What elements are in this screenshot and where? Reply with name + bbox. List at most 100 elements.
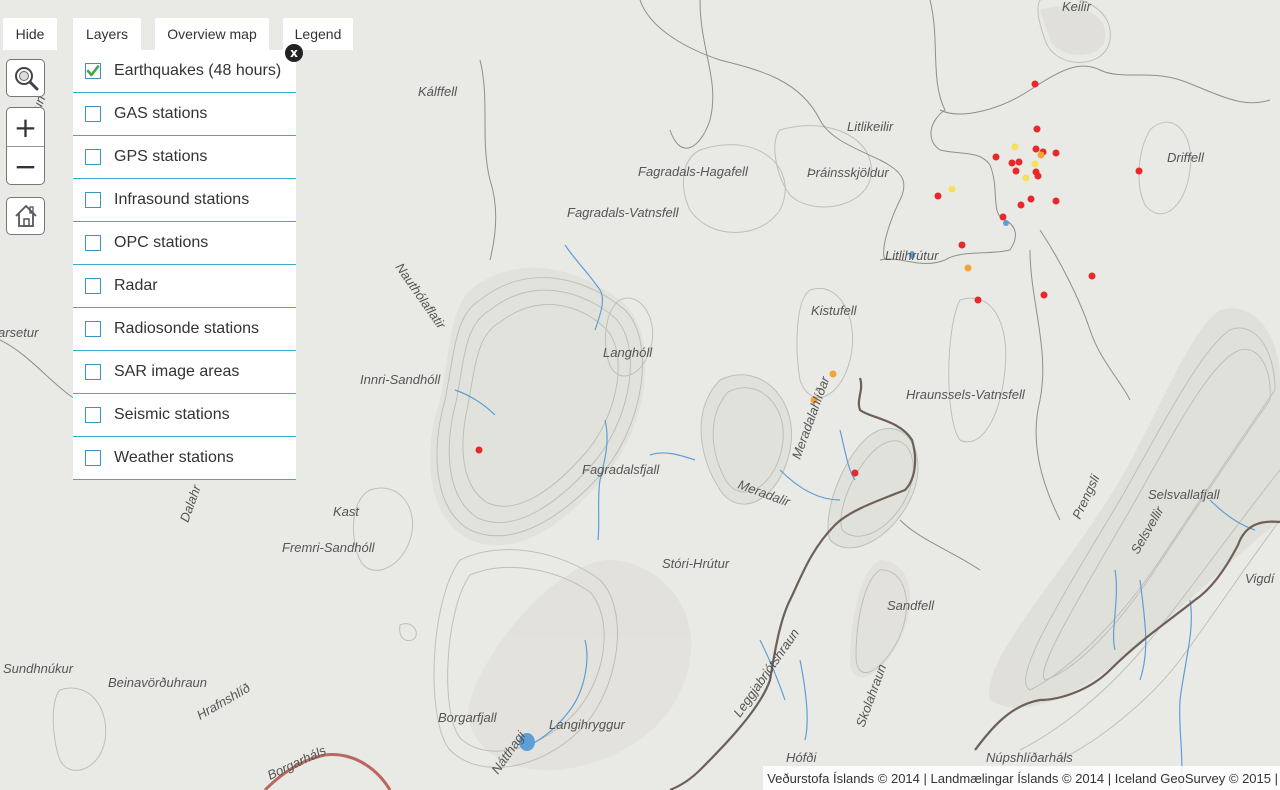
earthquake-marker[interactable] [1031,80,1039,88]
layer-label: SAR image areas [114,363,240,380]
place-name-label: Stóri-Hrútur [662,556,730,571]
tab-layers[interactable]: Layers [73,18,141,50]
place-name-label: Keilir [1062,0,1092,14]
earthquake-marker[interactable] [1032,145,1040,153]
earthquake-marker[interactable] [1052,197,1060,205]
layer-item[interactable]: SAR image areas [73,351,296,394]
layer-checkbox[interactable] [85,321,101,337]
tab-hide-label: Hide [15,26,45,42]
layer-label: Earthquakes (48 hours) [114,62,282,79]
earthquake-marker[interactable] [475,446,483,454]
earthquake-marker[interactable] [1022,174,1030,182]
place-name-label: Vigdí [1245,571,1276,586]
zoom-out-button[interactable]: − [7,146,44,184]
place-name-label: Borgarfjall [438,710,498,725]
earthquake-marker[interactable] [1011,143,1019,151]
earthquake-marker[interactable] [992,153,1000,161]
place-name-label: Sandfell [887,598,935,613]
earthquake-marker[interactable] [1031,160,1039,168]
place-name-label: Fagradals-Vatnsfell [567,205,680,220]
place-name-label: Kistufell [811,303,858,318]
layer-item[interactable]: GPS stations [73,136,296,179]
earthquake-marker[interactable] [1037,151,1045,159]
layer-checkbox[interactable] [85,63,101,79]
layer-label: GPS stations [114,148,208,165]
place-name-label: Langhóll [603,345,653,360]
earthquake-marker[interactable] [974,296,982,304]
earthquake-marker[interactable] [1027,195,1035,203]
place-name-label: Selsvallafjall [1148,487,1221,502]
close-layers-button[interactable]: x [285,44,303,62]
earthquake-marker[interactable] [1012,167,1020,175]
checkmark-icon [86,65,100,77]
layer-checkbox[interactable] [85,364,101,380]
layer-item[interactable]: OPC stations [73,222,296,265]
layer-label: OPC stations [114,234,209,251]
place-name-label: arsetur [0,325,39,340]
earthquake-marker[interactable] [1088,272,1096,280]
place-name-label: Langihryggur [549,717,626,732]
earthquake-marker[interactable] [1008,159,1016,167]
place-name-label: Fagradalsfjall [582,462,660,477]
zoom-in-icon: + [13,110,38,144]
place-name-label: Þráinsskjöldur [807,165,889,180]
earthquake-marker[interactable] [829,370,837,378]
layer-checkbox[interactable] [85,450,101,466]
place-name-label: Núpshlíðarháls [986,750,1073,765]
layer-label: Weather stations [114,449,234,466]
earthquake-marker[interactable] [1033,125,1041,133]
earthquake-marker[interactable] [948,185,956,193]
layer-checkbox[interactable] [85,235,101,251]
home-icon [14,204,37,227]
layer-item[interactable]: Infrasound stations [73,179,296,222]
zoom-in-button[interactable]: + [7,108,44,146]
layer-label: Radiosonde stations [114,320,259,337]
tab-overview-map[interactable]: Overview map [155,18,269,50]
place-name-label: Driffell [1167,150,1205,165]
layer-checkbox[interactable] [85,192,101,208]
earthquake-marker[interactable] [964,264,972,272]
layer-checkbox[interactable] [85,149,101,165]
earthquake-marker[interactable] [1034,172,1042,180]
place-name-label: Kálffell [418,84,458,99]
layer-checkbox[interactable] [85,278,101,294]
layer-item[interactable]: Radar [73,265,296,308]
place-name-label: Innri-Sandhóll [360,372,441,387]
tab-layers-label: Layers [85,26,129,42]
layer-checkbox[interactable] [85,106,101,122]
attribution-text: Veðurstofa Íslands © 2014 | Landmælingar… [767,770,1278,786]
layer-item[interactable]: Weather stations [73,437,296,480]
place-name-label: Fremri-Sandhóll [282,540,376,555]
earthquake-marker[interactable] [1040,291,1048,299]
earthquake-marker[interactable] [1015,158,1023,166]
search-icon [14,67,38,91]
home-button[interactable] [6,197,45,235]
place-name-label: Hófði [786,750,817,765]
earthquake-marker[interactable] [1052,149,1060,157]
search-button[interactable] [6,59,45,97]
layer-item[interactable]: Seismic stations [73,394,296,437]
earthquake-marker[interactable] [1135,167,1143,175]
place-name-label: Litlikeilir [847,119,894,134]
layer-label: Radar [114,277,158,294]
layer-checkbox[interactable] [85,407,101,423]
layer-label: Infrasound stations [114,191,250,208]
layer-label: Seismic stations [114,406,230,423]
earthquake-marker[interactable] [851,469,859,477]
tab-legend-label: Legend [294,26,342,42]
layer-item[interactable]: Radiosonde stations [73,308,296,351]
earthquake-marker[interactable] [1017,201,1025,209]
layer-item[interactable]: Earthquakes (48 hours) [73,50,296,93]
layer-item[interactable]: GAS stations [73,93,296,136]
tab-hide[interactable]: Hide [3,18,57,50]
place-name-label: Beinavörðuhraun [108,675,207,690]
zoom-out-icon: − [13,149,38,183]
tab-overview-map-label: Overview map [167,26,257,42]
earthquake-marker[interactable] [958,241,966,249]
earthquake-marker[interactable] [934,192,942,200]
zoom-control: + − [6,107,45,185]
layers-panel: Earthquakes (48 hours) GAS stations GPS st… [73,50,296,480]
earthquake-marker[interactable] [999,213,1007,221]
close-icon: x [290,46,298,60]
place-name-label: Litlihrútur [885,248,939,263]
